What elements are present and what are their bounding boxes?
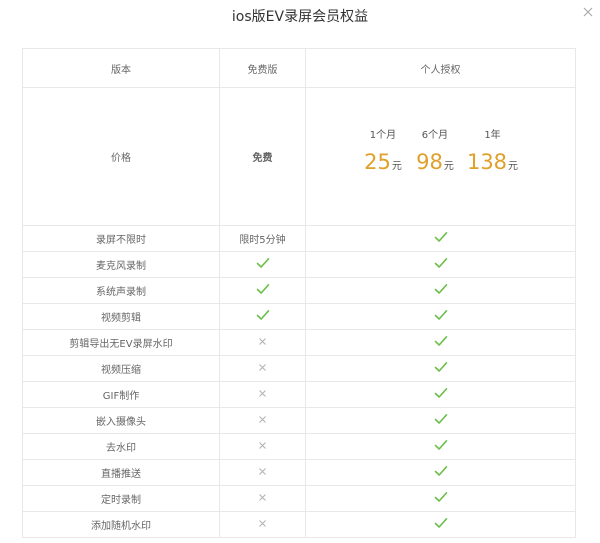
header-personal: 个人授权	[305, 48, 576, 88]
price-label: 价格	[22, 87, 220, 226]
check-icon	[434, 231, 448, 246]
check-icon	[434, 413, 448, 428]
feature-personal-value	[305, 355, 576, 382]
check-icon	[434, 491, 448, 506]
feature-personal-value	[305, 329, 576, 356]
header-free: 免费版	[219, 48, 306, 88]
feature-personal-value	[305, 407, 576, 434]
plan-1-month[interactable]: 1个月 25元	[363, 129, 403, 180]
plan-unit: 元	[508, 161, 519, 172]
cross-icon	[258, 519, 267, 531]
check-icon	[256, 283, 270, 298]
check-icon	[256, 257, 270, 272]
feature-personal-value	[305, 251, 576, 278]
table-row: 剪辑导出无EV录屏水印	[22, 329, 576, 356]
header-version: 版本	[22, 48, 220, 88]
plan-period: 1年	[484, 130, 501, 141]
feature-free-value	[219, 329, 306, 356]
header-row: 版本 免费版 个人授权	[22, 48, 576, 88]
feature-name: 麦克风录制	[22, 251, 220, 278]
feature-name: 定时录制	[22, 485, 220, 512]
feature-name: 嵌入摄像头	[22, 407, 220, 434]
feature-name: 系统声录制	[22, 277, 220, 304]
cross-icon	[258, 467, 267, 479]
table-row: 定时录制	[22, 485, 576, 512]
feature-personal-value	[305, 277, 576, 304]
plan-amount: 138	[466, 150, 508, 174]
feature-name: 去水印	[22, 433, 220, 460]
check-icon	[434, 387, 448, 402]
plan-1-year[interactable]: 1年 138元	[467, 129, 518, 180]
check-icon	[256, 309, 270, 324]
feature-free-value	[219, 485, 306, 512]
dialog-title: ios版EV录屏会员权益	[231, 9, 369, 25]
feature-personal-value	[305, 303, 576, 330]
table-row: 视频压缩	[22, 355, 576, 382]
feature-free-value	[219, 433, 306, 460]
plan-amount: 25	[364, 150, 391, 174]
feature-free-value	[219, 251, 306, 278]
table-row: 直播推送	[22, 459, 576, 486]
feature-personal-value	[305, 433, 576, 460]
feature-personal-value	[305, 459, 576, 486]
feature-free-value: 限时5分钟	[219, 225, 306, 252]
table-row: 系统声录制	[22, 277, 576, 304]
feature-personal-value	[305, 511, 576, 538]
check-icon	[434, 335, 448, 350]
plan-6-months[interactable]: 6个月 98元	[415, 129, 455, 180]
table-row: 录屏不限时 限时5分钟	[22, 225, 576, 252]
check-icon	[434, 439, 448, 454]
cross-icon	[258, 415, 267, 427]
feature-name: 直播推送	[22, 459, 220, 486]
plan-unit: 元	[443, 161, 454, 172]
price-free: 免费	[219, 87, 306, 226]
benefits-table: 版本 免费版 个人授权 价格 免费 1个月 25元 6个月 98元 1年 138…	[22, 48, 576, 538]
table-row: 添加随机水印	[22, 511, 576, 538]
check-icon	[434, 517, 448, 532]
feature-name: 视频剪辑	[22, 303, 220, 330]
feature-free-value	[219, 381, 306, 408]
cross-icon	[258, 363, 267, 375]
feature-free-value	[219, 355, 306, 382]
feature-free-value	[219, 407, 306, 434]
feature-name: 视频压缩	[22, 355, 220, 382]
cross-icon	[258, 389, 267, 401]
feature-personal-value	[305, 485, 576, 512]
plan-period: 1个月	[369, 130, 397, 141]
table-row: 嵌入摄像头	[22, 407, 576, 434]
close-icon[interactable]	[580, 4, 596, 20]
price-row: 价格 免费 1个月 25元 6个月 98元 1年 138元	[22, 87, 576, 226]
plan-period: 6个月	[421, 130, 449, 141]
check-icon	[434, 309, 448, 324]
table-row: 去水印	[22, 433, 576, 460]
plan-unit: 元	[391, 161, 402, 172]
table-row: 麦克风录制	[22, 251, 576, 278]
feature-name: 剪辑导出无EV录屏水印	[22, 329, 220, 356]
feature-name: 添加随机水印	[22, 511, 220, 538]
check-icon	[434, 257, 448, 272]
cross-icon	[258, 441, 267, 453]
check-icon	[434, 465, 448, 480]
table-row: GIF制作	[22, 381, 576, 408]
feature-name: GIF制作	[22, 381, 220, 408]
feature-free-value	[219, 511, 306, 538]
cross-icon	[258, 337, 267, 349]
feature-free-value	[219, 459, 306, 486]
plan-amount: 98	[416, 150, 443, 174]
table-row: 视频剪辑	[22, 303, 576, 330]
feature-personal-value	[305, 225, 576, 252]
feature-free-value	[219, 277, 306, 304]
price-plans: 1个月 25元 6个月 98元 1年 138元	[305, 87, 576, 226]
feature-name: 录屏不限时	[22, 225, 220, 252]
feature-free-value	[219, 303, 306, 330]
cross-icon	[258, 493, 267, 505]
feature-personal-value	[305, 381, 576, 408]
check-icon	[434, 283, 448, 298]
check-icon	[434, 361, 448, 376]
membership-dialog: ios版EV录屏会员权益 版本 免费版 个人授权 价格 免费 1个月 25元 6…	[0, 0, 600, 543]
